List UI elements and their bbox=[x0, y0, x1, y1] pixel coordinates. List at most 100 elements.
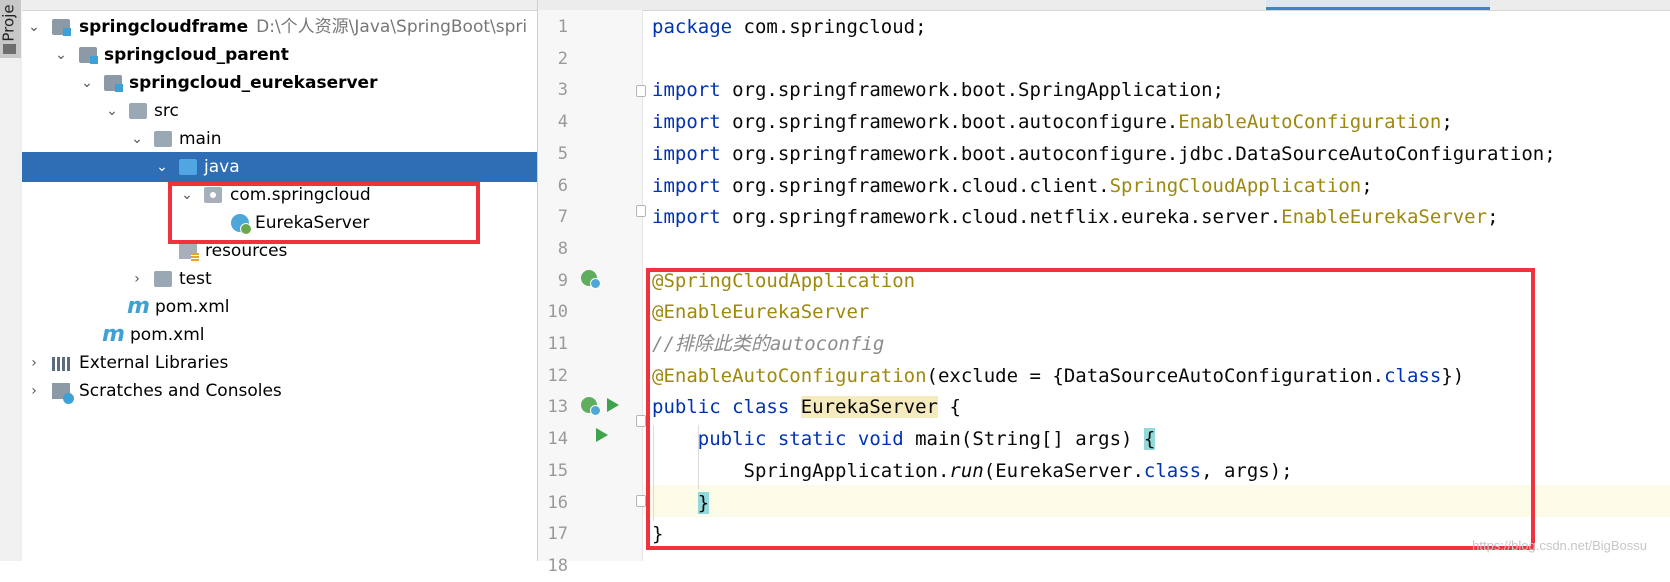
source-folder-icon bbox=[179, 159, 197, 175]
maven-icon: m bbox=[127, 294, 150, 319]
chevron-down-icon[interactable]: ⌄ bbox=[154, 152, 170, 182]
line-number: 7 bbox=[557, 207, 568, 228]
code-editor[interactable]: 1 package com.springcloud; 2 3 import org.sp… bbox=[537, 0, 1670, 576]
code-token: org.springframework.boot.SpringApplicati… bbox=[720, 79, 1224, 102]
line-number: 13 bbox=[547, 397, 568, 418]
tree-row-springcloud-parent[interactable]: ⌄ springcloud_parent bbox=[22, 40, 537, 70]
code-token: org.springframework.boot.autoconfigure.j… bbox=[720, 142, 1556, 165]
project-path: D:\个人资源\Java\SpringBoot\spri bbox=[256, 17, 528, 37]
tree-row-main[interactable]: ⌄ main bbox=[22, 124, 537, 154]
tree-label: src bbox=[154, 101, 179, 121]
fold-marker-icon[interactable] bbox=[636, 85, 646, 97]
code-token: org.springframework.boot.autoconfigure. bbox=[720, 111, 1179, 134]
folder-icon bbox=[154, 271, 172, 287]
line-number: 12 bbox=[547, 365, 568, 386]
line-number: 14 bbox=[547, 429, 568, 450]
maven-icon: m bbox=[102, 322, 125, 347]
code-line[interactable]: package com.springcloud; bbox=[652, 11, 927, 43]
chevron-right-icon[interactable]: › bbox=[26, 348, 42, 378]
tree-label: External Libraries bbox=[79, 353, 229, 373]
tree-label: springcloud_eurekaserver bbox=[129, 73, 378, 93]
line-number: 16 bbox=[547, 492, 568, 513]
tree-row-pom-eurekaserver[interactable]: m pom.xml bbox=[22, 292, 537, 322]
scratches-icon bbox=[52, 383, 74, 404]
code-line[interactable]: import org.springframework.boot.SpringAp… bbox=[652, 74, 1224, 106]
tree-row-scratches[interactable]: › Scratches and Consoles bbox=[22, 376, 537, 406]
highlight-box-code bbox=[646, 268, 1535, 550]
code-token: import bbox=[652, 111, 721, 134]
fold-marker-icon[interactable] bbox=[636, 495, 646, 507]
tree-row-src[interactable]: ⌄ src bbox=[22, 96, 537, 126]
line-number: 6 bbox=[557, 175, 568, 196]
project-tab-label: Proje bbox=[0, 4, 18, 42]
code-token: SpringCloudApplication bbox=[1109, 174, 1362, 197]
code-token: package bbox=[652, 16, 733, 38]
run-icon[interactable] bbox=[607, 398, 619, 412]
module-folder-icon bbox=[104, 75, 123, 92]
folder-icon bbox=[129, 103, 147, 119]
code-token: EnableEurekaServer bbox=[1281, 206, 1488, 229]
code-line[interactable]: import org.springframework.cloud.netflix… bbox=[652, 201, 1499, 233]
fold-marker-icon[interactable] bbox=[636, 205, 646, 217]
tree-label: springcloudframe bbox=[79, 17, 249, 37]
tree-label: test bbox=[179, 269, 212, 289]
tree-label: springcloud_parent bbox=[104, 45, 289, 65]
line-number: 3 bbox=[557, 80, 568, 101]
code-token: org.springframework.cloud.netflix.eureka… bbox=[720, 206, 1282, 229]
chevron-right-icon[interactable]: › bbox=[26, 376, 42, 406]
watermark: https://blog.csdn.net/BigBossu bbox=[1472, 538, 1647, 553]
line-number: 9 bbox=[557, 270, 568, 291]
chevron-down-icon[interactable]: ⌄ bbox=[53, 40, 69, 70]
code-token: ; bbox=[1441, 111, 1453, 134]
chevron-down-icon[interactable]: ⌄ bbox=[104, 96, 120, 126]
code-token: com.springcloud; bbox=[732, 16, 927, 38]
code-line[interactable]: import org.springframework.boot.autoconf… bbox=[652, 138, 1556, 170]
chevron-down-icon[interactable]: ⌄ bbox=[129, 124, 145, 154]
line-number: 15 bbox=[547, 460, 568, 481]
line-number: 11 bbox=[547, 334, 568, 354]
code-token: ; bbox=[1361, 174, 1373, 197]
code-token: ; bbox=[1487, 206, 1499, 229]
folder-icon bbox=[154, 131, 172, 147]
line-number: 5 bbox=[557, 143, 568, 164]
active-editor-tab[interactable] bbox=[1266, 0, 1490, 10]
line-number: 2 bbox=[557, 48, 568, 69]
code-line[interactable]: import org.springframework.cloud.client.… bbox=[652, 170, 1373, 202]
tree-row-java[interactable]: ⌄ java bbox=[22, 152, 537, 182]
folder-icon bbox=[3, 44, 16, 54]
project-tab[interactable]: Proje bbox=[0, 0, 21, 58]
module-folder-icon bbox=[79, 47, 98, 64]
line-number: 10 bbox=[547, 302, 568, 323]
line-number: 17 bbox=[547, 524, 568, 545]
line-number: 18 bbox=[547, 555, 568, 576]
tree-label: main bbox=[179, 129, 222, 149]
editor-tab-bar[interactable] bbox=[538, 0, 1670, 11]
tree-row-pom-parent[interactable]: m pom.xml bbox=[22, 320, 537, 350]
spring-bean-icon[interactable] bbox=[581, 397, 601, 416]
tree-row-springcloudframe[interactable]: ⌄ springcloudframe D:\个人资源\Java\SpringBoo… bbox=[22, 12, 537, 42]
tree-label: pom.xml bbox=[155, 297, 230, 317]
chevron-right-icon[interactable]: › bbox=[129, 264, 145, 294]
project-tree[interactable]: ⌄ springcloudframe D:\个人资源\Java\SpringBoo… bbox=[22, 0, 537, 561]
libraries-icon bbox=[52, 357, 70, 371]
code-token: import bbox=[652, 79, 721, 102]
project-tool-window-strip[interactable]: Proje bbox=[0, 0, 23, 561]
tree-row-test[interactable]: › test bbox=[22, 264, 537, 294]
chevron-down-icon[interactable]: ⌄ bbox=[79, 68, 95, 98]
code-line[interactable]: import org.springframework.boot.autoconf… bbox=[652, 106, 1453, 138]
module-folder-icon bbox=[52, 19, 71, 36]
code-token: org.springframework.cloud.client. bbox=[720, 174, 1110, 197]
fold-marker-icon[interactable] bbox=[636, 415, 646, 427]
tree-label: pom.xml bbox=[130, 325, 205, 345]
chevron-down-icon[interactable]: ⌄ bbox=[26, 12, 42, 42]
code-token: EnableAutoConfiguration bbox=[1178, 111, 1442, 134]
tree-row-external-libraries[interactable]: › External Libraries bbox=[22, 348, 537, 378]
highlight-box-tree bbox=[168, 182, 480, 244]
tree-label: Scratches and Consoles bbox=[79, 381, 282, 401]
project-tree-toolbar bbox=[22, 0, 537, 11]
run-icon[interactable] bbox=[596, 428, 608, 442]
tree-row-springcloud-eurekaserver[interactable]: ⌄ springcloud_eurekaserver bbox=[22, 68, 537, 98]
spring-bean-icon[interactable] bbox=[581, 270, 601, 289]
code-token: import bbox=[652, 174, 721, 197]
tree-label: java bbox=[204, 157, 240, 177]
